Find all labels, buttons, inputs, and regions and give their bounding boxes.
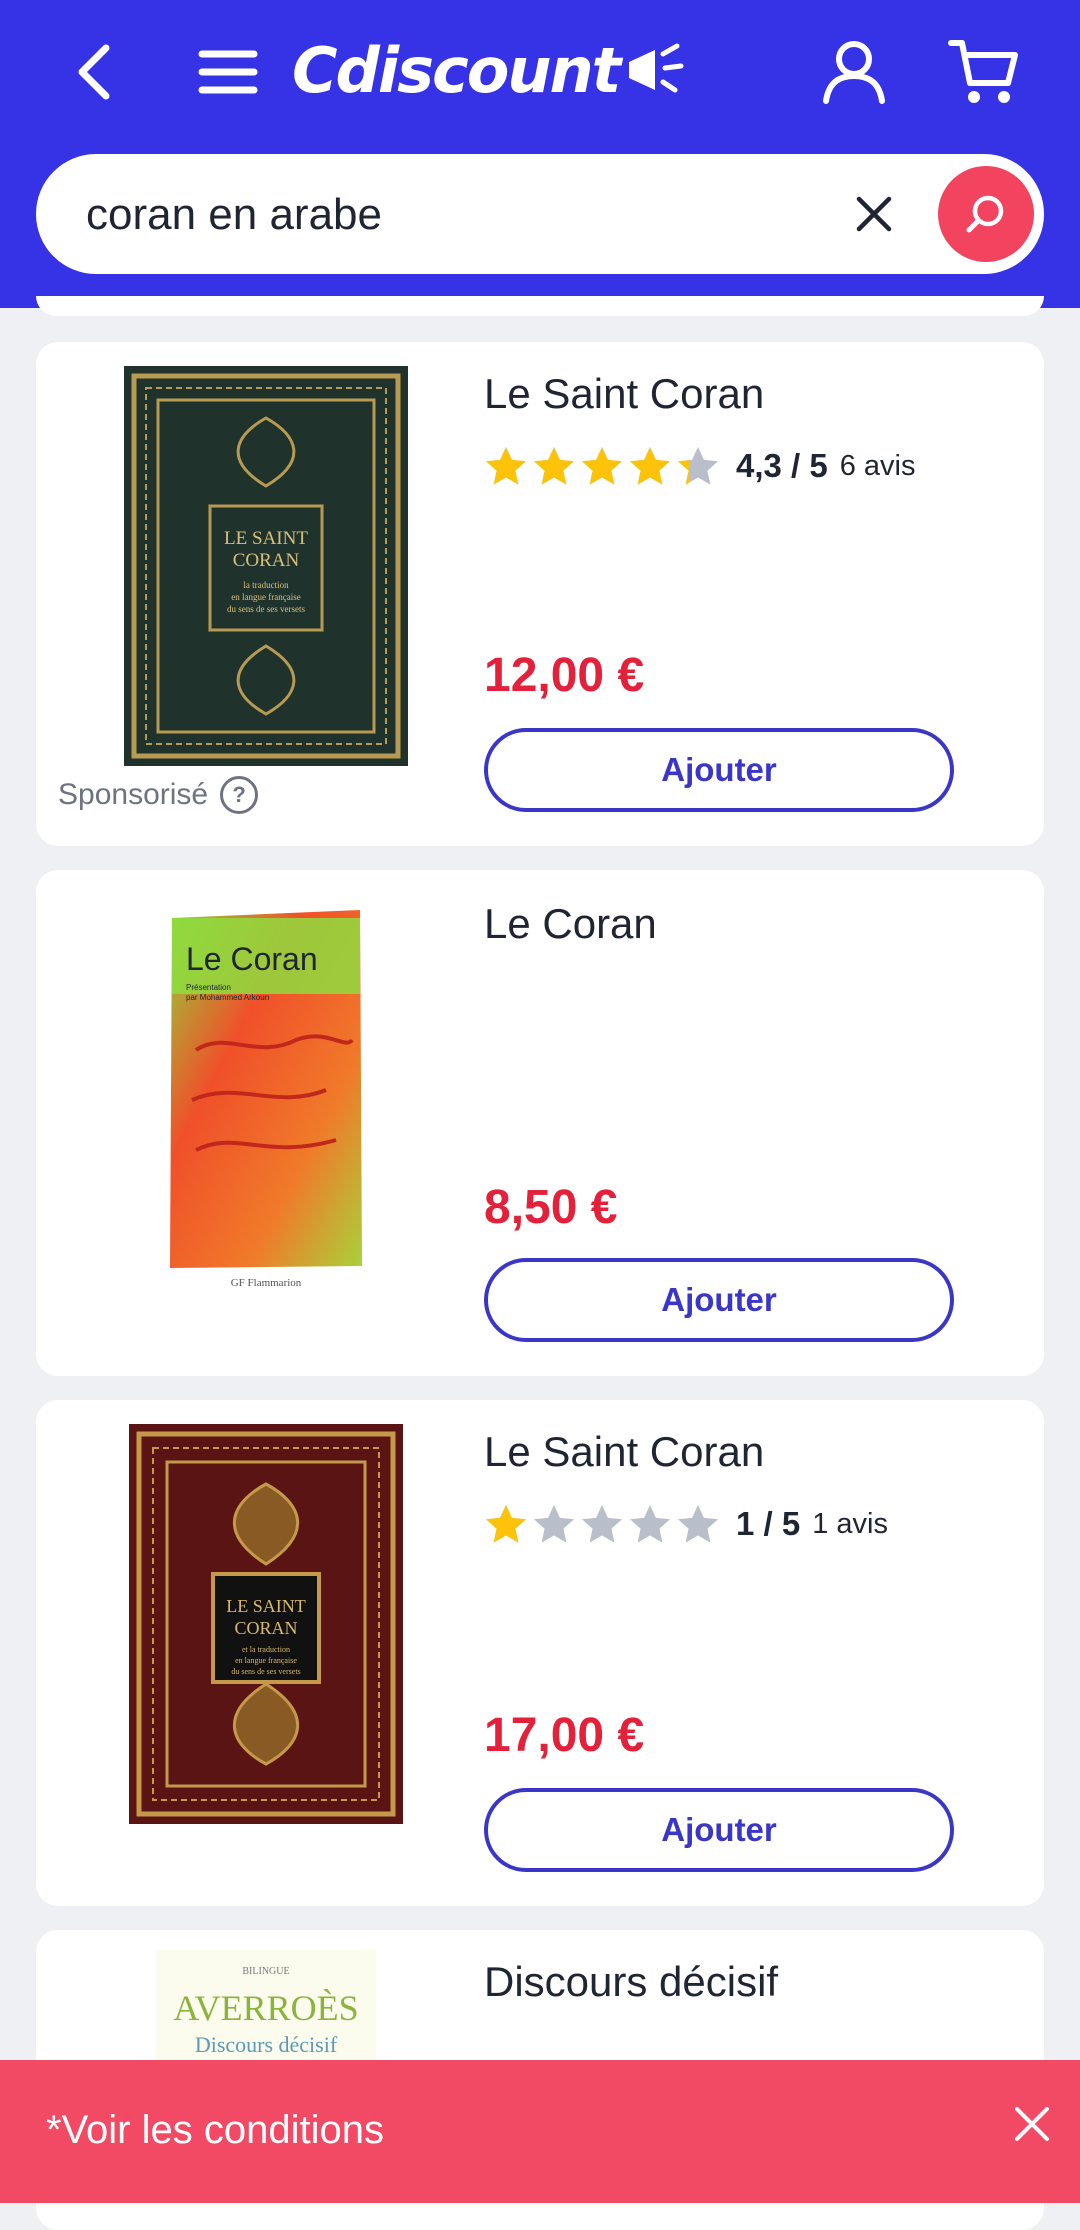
cover-subtitle-3: du sens de ses versets — [231, 1667, 300, 1676]
cover-title-line1: LE SAINT — [226, 1596, 306, 1616]
star-icon — [486, 1505, 526, 1543]
cart-button[interactable] — [944, 32, 1024, 112]
add-to-cart-button[interactable]: Ajouter — [484, 1788, 954, 1872]
product-price: 12,00 € — [484, 649, 645, 702]
book-cover: LE SAINT CORAN la traduction en langue f… — [124, 366, 408, 766]
help-icon[interactable]: ? — [220, 776, 259, 814]
user-icon — [823, 41, 885, 104]
product-card[interactable]: Le Coran Présentation par Mohammed Arkou… — [36, 870, 1044, 1376]
search-bar — [36, 154, 1044, 274]
product-image[interactable]: Le Coran Présentation par Mohammed Arkou… — [86, 910, 446, 1290]
product-title[interactable]: Le Coran — [484, 900, 657, 948]
product-title[interactable]: Le Saint Coran — [484, 370, 764, 418]
cdiscount-logo[interactable]: Cdiscount — [292, 30, 685, 110]
star-icon — [534, 447, 574, 485]
promo-banner: *Voir les conditions — [0, 2060, 1080, 2203]
star-icon — [534, 1505, 574, 1543]
sponsored-label: Sponsorisé ? — [58, 776, 259, 814]
rating-stars — [484, 1503, 720, 1545]
brand-name: Cdiscount — [292, 33, 621, 107]
menu-button[interactable] — [192, 40, 264, 104]
add-to-cart-button[interactable]: Ajouter — [484, 1258, 954, 1342]
product-image[interactable]: LE SAINT CORAN et la traduction en langu… — [86, 1424, 446, 1824]
product-title[interactable]: Discours décisif — [484, 1958, 778, 2006]
sponsored-text: Sponsorisé — [58, 778, 209, 811]
product-title[interactable]: Le Saint Coran — [484, 1428, 764, 1476]
star-icon — [630, 1505, 670, 1543]
cover-publisher: GF Flammarion — [231, 1277, 302, 1289]
cover-author: AVERROÈS — [173, 1988, 358, 2028]
chevron-left-icon — [78, 44, 110, 100]
cover-subtitle-2: en langue française — [231, 592, 300, 602]
cover-subtitle-1: et la traduction — [242, 1645, 290, 1654]
product-card[interactable]: LE SAINT CORAN la traduction en langue f… — [36, 342, 1044, 846]
product-card[interactable]: LE SAINT CORAN et la traduction en langu… — [36, 1400, 1044, 1906]
add-to-cart-button[interactable]: Ajouter — [484, 728, 954, 812]
cover-subtitle-1: la traduction — [243, 580, 289, 590]
megaphone-icon — [629, 43, 684, 93]
book-cover: LE SAINT CORAN et la traduction en langu… — [129, 1424, 403, 1824]
rating-score: 1 / 5 — [736, 1505, 801, 1542]
book-cover: Le Coran Présentation par Mohammed Arkou… — [170, 910, 362, 1289]
clear-search-button[interactable] — [844, 184, 904, 244]
search-button[interactable] — [938, 166, 1034, 262]
cover-series: BILINGUE — [242, 1966, 289, 1977]
product-rating: 1 / 5 1 avis — [484, 1496, 888, 1552]
product-price: 8,50 € — [484, 1181, 618, 1234]
cover-title: Discours décisif — [195, 2032, 338, 2057]
cover-subtitle-2: en langue française — [235, 1656, 297, 1665]
product-rating: 4,3 / 5 6 avis — [484, 438, 916, 494]
previous-product-card — [36, 296, 1044, 316]
cover-subtitle-3: du sens de ses versets — [227, 604, 305, 614]
review-count[interactable]: 1 avis — [812, 1508, 888, 1541]
star-icon — [678, 1505, 718, 1543]
close-banner-button[interactable] — [1007, 2099, 1057, 2149]
search-icon — [966, 195, 1004, 233]
review-count[interactable]: 6 avis — [840, 450, 916, 483]
star-icon — [630, 447, 670, 485]
top-bar: Cdiscount — [0, 0, 1080, 308]
rating-stars — [484, 445, 720, 487]
close-icon — [1015, 2107, 1049, 2141]
cover-title-line2: CORAN — [234, 1618, 297, 1638]
close-icon — [856, 196, 892, 232]
cover-title-line2: CORAN — [233, 550, 300, 571]
star-icon — [678, 447, 718, 485]
hamburger-menu-icon — [198, 50, 258, 94]
star-icon — [582, 447, 622, 485]
cover-title: Le Coran — [186, 941, 318, 977]
back-button[interactable] — [62, 34, 126, 110]
conditions-link[interactable]: *Voir les conditions — [46, 2108, 384, 2153]
search-input[interactable] — [84, 174, 848, 256]
cover-subtitle-1: Présentation — [186, 983, 231, 992]
rating-score: 4,3 / 5 — [736, 447, 828, 484]
account-button[interactable] — [816, 34, 892, 110]
star-icon — [582, 1505, 622, 1543]
cover-title-line1: LE SAINT — [224, 528, 308, 549]
star-icon — [486, 447, 526, 485]
product-price: 17,00 € — [484, 1709, 645, 1762]
product-image[interactable]: LE SAINT CORAN la traduction en langue f… — [86, 366, 446, 766]
shopping-cart-icon — [948, 40, 1018, 103]
cover-subtitle-2: par Mohammed Arkoun — [186, 993, 269, 1002]
